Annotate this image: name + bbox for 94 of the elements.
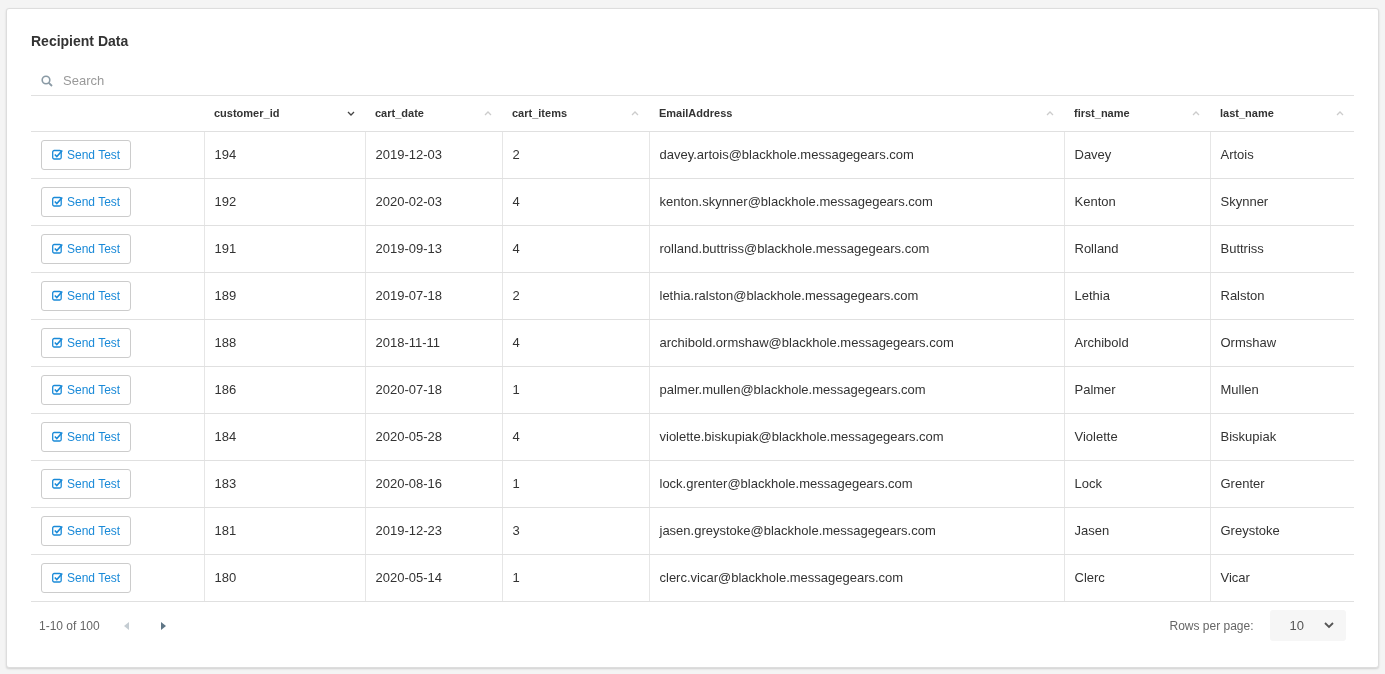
table-cell: palmer.mullen@blackhole.messagegears.com — [659, 381, 926, 397]
table-cell: 2020-02-03 — [375, 193, 442, 209]
table-cell: Jasen — [1074, 522, 1110, 538]
table-cell: Artois — [1220, 146, 1254, 162]
send-test-button[interactable]: Send Test — [41, 280, 132, 311]
triangle-left-icon — [123, 622, 129, 631]
checkbox-icon — [52, 243, 63, 254]
table-cell: lock.grenter@blackhole.messagegears.com — [659, 475, 913, 491]
table-cell: Kenton — [1074, 193, 1116, 209]
table-cell: 189 — [214, 287, 237, 303]
rows-per-page-select[interactable]: 10 — [1269, 609, 1346, 642]
table-cell: 2 — [512, 287, 520, 303]
table-cell: 1 — [512, 381, 520, 397]
rows-per-page-label: Rows per page: — [1169, 617, 1254, 635]
table-cell: Archibold — [1074, 334, 1129, 350]
table-cell: 3 — [512, 522, 520, 538]
send-test-button[interactable]: Send Test — [41, 468, 132, 499]
checkbox-icon — [52, 384, 63, 395]
send-test-button[interactable]: Send Test — [41, 562, 132, 593]
table-cell: 1 — [512, 475, 520, 491]
column-header[interactable]: cart_items — [512, 105, 568, 122]
table-cell: Grenter — [1220, 475, 1265, 491]
table-cell: 4 — [512, 428, 520, 444]
table-cell: 2020-05-14 — [375, 569, 442, 585]
table-cell: 2 — [512, 146, 520, 162]
table-cell: Skynner — [1220, 193, 1269, 209]
table-cell: 2020-07-18 — [375, 381, 442, 397]
table-cell: 184 — [214, 428, 237, 444]
checkbox-icon — [52, 149, 63, 160]
checkbox-icon — [52, 337, 63, 348]
table-cell: 180 — [214, 569, 237, 585]
table-cell: Davey — [1074, 146, 1112, 162]
table-cell: 188 — [214, 334, 237, 350]
table-cell: 2018-11-11 — [375, 334, 441, 350]
search-icon — [41, 74, 53, 87]
table-cell: 2019-07-18 — [375, 287, 442, 303]
table-cell: violette.biskupiak@blackhole.messagegears.com — [659, 428, 944, 444]
table-cell: 194 — [214, 146, 237, 162]
table-cell: Biskupiak — [1220, 428, 1277, 444]
table-cell: rolland.buttriss@blackhole.messagegears.com — [659, 240, 930, 256]
table-cell: Buttriss — [1220, 240, 1264, 256]
table-cell: Mullen — [1220, 381, 1259, 397]
checkbox-icon — [52, 196, 63, 207]
checkbox-icon — [52, 431, 63, 442]
table-cell: 192 — [214, 193, 237, 209]
table-cell: 2019-12-23 — [375, 522, 442, 538]
table-cell: Lethia — [1074, 287, 1110, 303]
triangle-right-icon — [160, 622, 166, 631]
page-range: 1-10 of 100 — [39, 617, 100, 635]
column-header[interactable]: EmailAddress — [659, 105, 733, 122]
table-cell: Clerc — [1074, 569, 1105, 585]
table-cell: Vicar — [1220, 569, 1250, 585]
send-test-button[interactable]: Send Test — [41, 374, 132, 405]
table-cell: kenton.skynner@blackhole.messagegears.com — [659, 193, 933, 209]
table-cell: Ralston — [1220, 287, 1265, 303]
table-cell: 183 — [214, 475, 237, 491]
send-test-button[interactable]: Send Test — [41, 421, 132, 452]
table-cell: jasen.greystoke@blackhole.messagegears.com — [659, 522, 936, 538]
table-cell: davey.artois@blackhole.messagegears.com — [659, 146, 914, 162]
table-cell: Palmer — [1074, 381, 1116, 397]
send-test-button[interactable]: Send Test — [41, 139, 132, 170]
column-header[interactable]: customer_id — [214, 105, 280, 122]
send-test-button[interactable]: Send Test — [41, 233, 132, 264]
table-cell: 181 — [214, 522, 237, 538]
column-header[interactable]: last_name — [1220, 105, 1274, 122]
checkbox-icon — [52, 290, 63, 301]
send-test-button[interactable]: Send Test — [41, 327, 132, 358]
table-cell: 2019-09-13 — [375, 240, 442, 256]
table-cell: archibold.ormshaw@blackhole.messagegears.com — [659, 334, 954, 350]
chevron-down-icon — [1324, 622, 1334, 629]
table-cell: lethia.ralston@blackhole.messagegears.com — [659, 287, 919, 303]
table-cell: 1 — [512, 569, 520, 585]
checkbox-icon — [52, 525, 63, 536]
table-cell: 191 — [214, 240, 237, 256]
column-header[interactable]: cart_date — [375, 105, 424, 122]
table-cell: Rolland — [1074, 240, 1119, 256]
checkbox-icon — [52, 478, 63, 489]
checkbox-icon — [52, 572, 63, 583]
table-cell: Ormshaw — [1220, 334, 1277, 350]
table-cell: 4 — [512, 334, 520, 350]
table-cell: 2019-12-03 — [375, 146, 442, 162]
panel-title: Recipient Data — [31, 32, 130, 51]
table-cell: Greystoke — [1220, 522, 1280, 538]
send-test-button[interactable]: Send Test — [41, 186, 132, 217]
table-cell: 186 — [214, 381, 237, 397]
table-cell: Violette — [1074, 428, 1118, 444]
table-cell: 2020-05-28 — [375, 428, 442, 444]
table-cell: Lock — [1074, 475, 1102, 491]
table-cell: 2020-08-16 — [375, 475, 442, 491]
send-test-button[interactable]: Send Test — [41, 515, 132, 546]
column-header[interactable]: first_name — [1074, 105, 1130, 122]
table-cell: 4 — [512, 193, 520, 209]
table-cell: 4 — [512, 240, 520, 256]
table-cell: clerc.vicar@blackhole.messagegears.com — [659, 569, 904, 585]
